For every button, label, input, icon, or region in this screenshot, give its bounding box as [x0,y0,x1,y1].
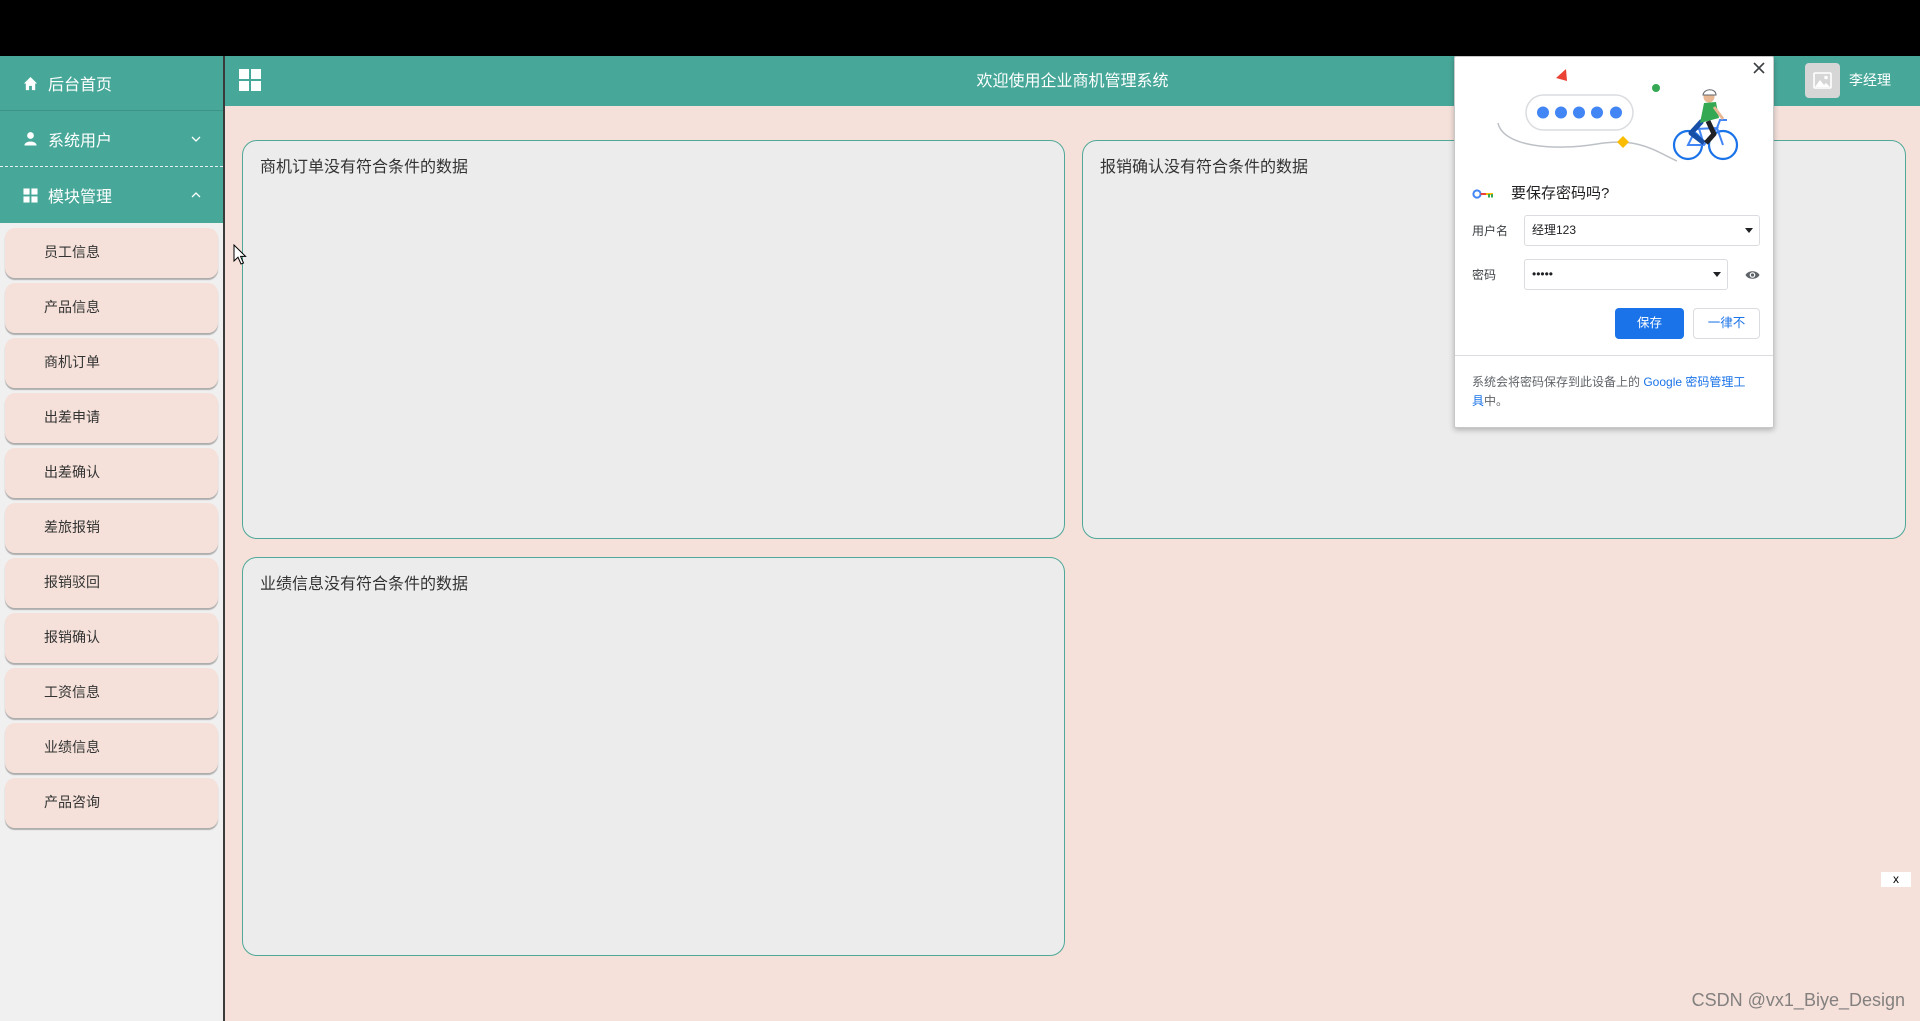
password-bubble [1525,94,1634,131]
sidebar-item-module-management[interactable]: 模块管理 [0,167,223,223]
module-submenu: 员工信息 产品信息 商机订单 出差申请 出差确认 差旅报销 报销驳回 报销确认 … [0,223,223,828]
password-select[interactable]: ••••• [1524,259,1728,290]
sidebar: 后台首页 系统用户 模块管理 员工信息 产品信息 商机订单 出差申请 出差确认 … [0,56,225,1021]
empty-state-message: 业绩信息没有符合条件的数据 [260,574,469,593]
watermark: CSDN @vx1_Biye_Design [1691,990,1905,1010]
never-button[interactable]: 一律不 [1693,308,1760,339]
chevron-up-icon[interactable] [191,192,201,198]
username-value: 经理123 [1532,223,1577,237]
sidebar-subitem-travel-request[interactable]: 出差申请 [5,393,218,443]
password-label: 密码 [1472,268,1497,282]
home-icon [23,76,38,90]
sidebar-item-label: 模块管理 [48,187,113,206]
sidebar-item-label: 系统用户 [48,130,113,150]
sidebar-subitem-performance-info[interactable]: 业绩信息 [5,723,218,773]
performance-info-panel: 业绩信息没有符合条件的数据 [242,557,1065,956]
key-icon [1472,189,1493,199]
sidebar-subitem-travel-confirmation[interactable]: 出差确认 [5,448,218,498]
sidebar-subitem-salary-info[interactable]: 工资信息 [5,668,218,718]
opportunity-orders-panel: 商机订单没有符合条件的数据 [242,140,1065,539]
divider [1455,355,1773,356]
close-icon[interactable] [1752,61,1766,75]
user-icon [24,132,37,146]
cyclist [1672,89,1739,161]
username-label: 用户名 [1472,224,1509,238]
dialog-title: 要保存密码吗? [1511,185,1610,202]
username-select[interactable]: 经理123 [1524,215,1760,246]
current-user-name[interactable]: 李经理 [1849,56,1891,106]
sidebar-subitem-opportunity-orders[interactable]: 商机订单 [5,338,218,388]
browser-top-bar [0,0,1920,56]
save-password-dialog: 要保存密码吗? 用户名 经理123 密码 ••••• 保存 一律不 系统会将密码… [1454,56,1774,428]
sidebar-subitem-reimbursement-confirmation[interactable]: 报销确认 [5,613,218,663]
dialog-footer-text: 系统会将密码保存到此设备上的 Google 密码管理工具中。 [1472,373,1752,411]
sidebar-item-dashboard-home[interactable]: 后台首页 [0,56,223,111]
empty-state-message: 商机订单没有符合条件的数据 [260,157,469,176]
password-value: ••••• [1532,267,1554,281]
save-button[interactable]: 保存 [1615,308,1684,339]
sidebar-subitem-product-inquiry[interactable]: 产品咨询 [5,778,218,828]
save-password-illustration [1497,69,1739,162]
sidebar-item-label: 后台首页 [48,75,113,94]
sidebar-subitem-product-info[interactable]: 产品信息 [5,283,218,333]
grid-icon [23,187,38,203]
sidebar-item-system-users[interactable]: 系统用户 [0,111,223,167]
dropdown-arrow-icon [1713,272,1721,277]
floating-close-button[interactable]: x [1881,872,1911,887]
sidebar-subitem-employee-info[interactable]: 员工信息 [5,228,218,278]
dropdown-arrow-icon [1745,228,1753,233]
image-placeholder-icon [1813,72,1832,89]
footer-suffix: 中。 [1484,394,1509,408]
empty-state-message: 报销确认没有符合条件的数据 [1100,157,1309,176]
chevron-down-icon[interactable] [191,136,201,142]
footer-prefix: 系统会将密码保存到此设备上的 [1472,375,1644,389]
avatar[interactable] [1805,63,1840,98]
sidebar-subitem-travel-reimbursement[interactable]: 差旅报销 [5,503,218,553]
mouse-cursor-icon [233,244,247,265]
eye-icon[interactable] [1745,269,1760,281]
sidebar-subitem-reimbursement-rejection[interactable]: 报销驳回 [5,558,218,608]
